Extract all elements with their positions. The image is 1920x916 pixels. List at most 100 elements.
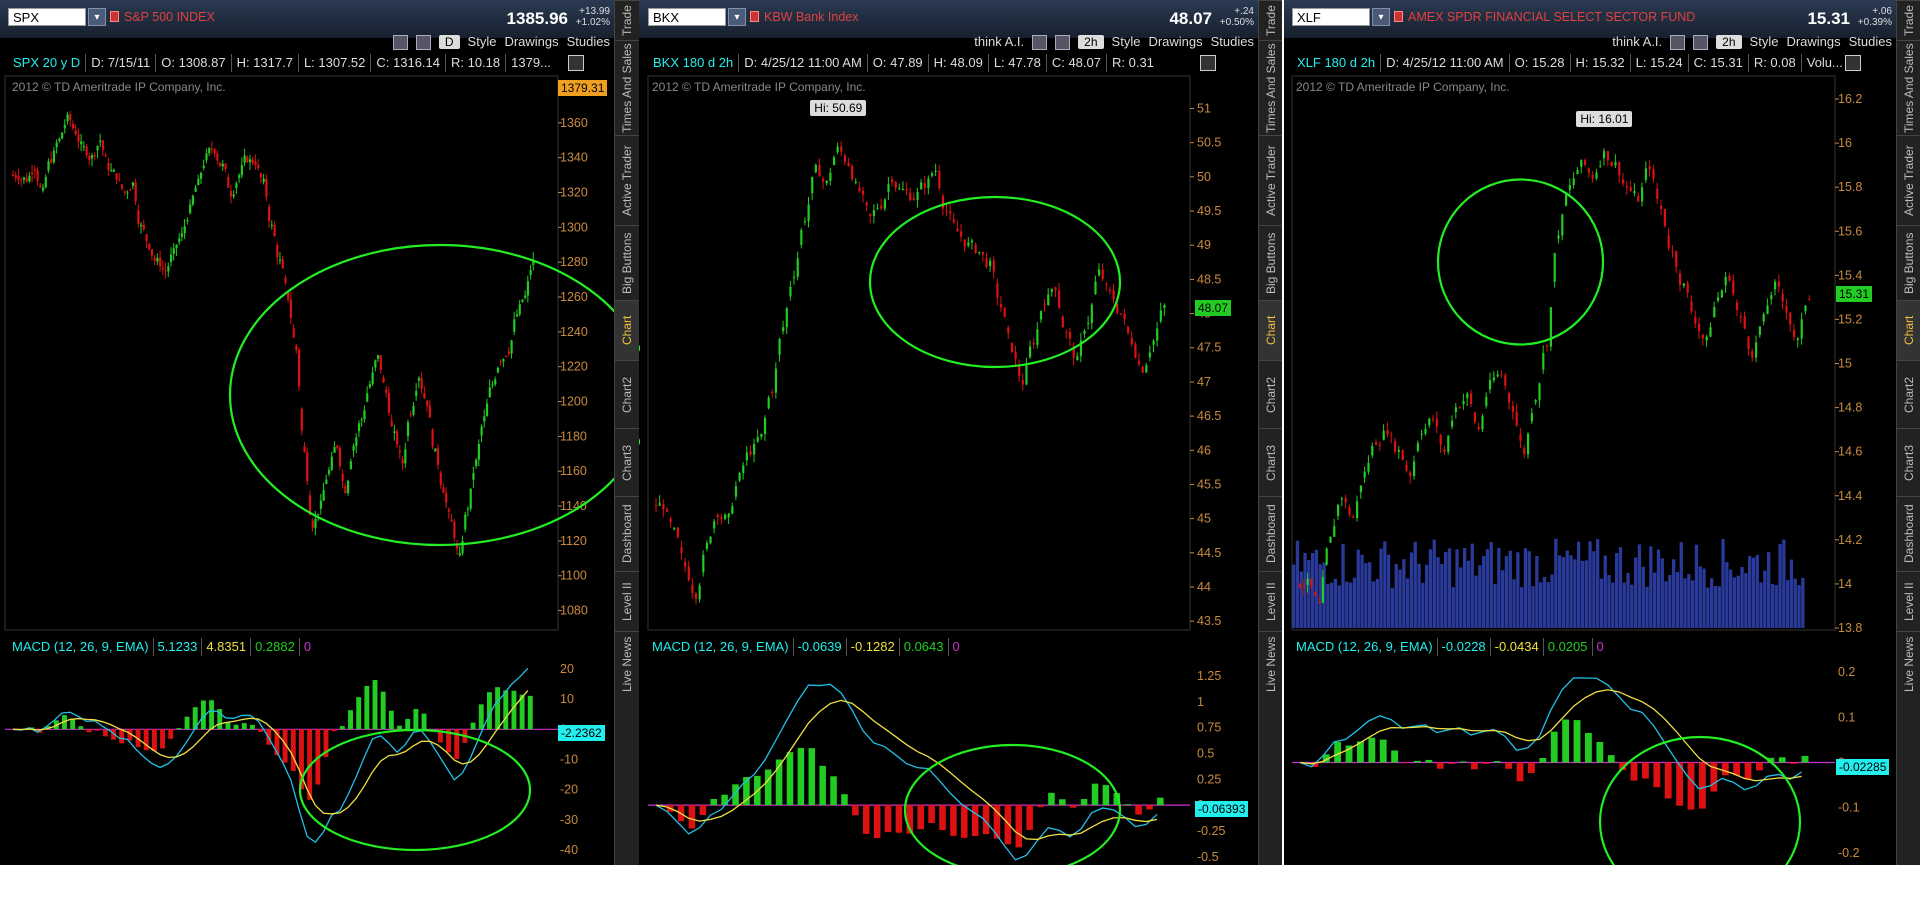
- volume-bar: [1318, 564, 1322, 628]
- candle-body: [491, 384, 494, 386]
- candle-body: [344, 486, 347, 494]
- sidebar-tab-trade[interactable]: Trade: [615, 0, 639, 40]
- volume-bar: [1649, 546, 1653, 628]
- macd-hist-bar: [1585, 732, 1592, 763]
- sidebar-tab-trade[interactable]: Trade: [1259, 0, 1282, 40]
- candle-body: [518, 304, 521, 315]
- sidebar-tab-chart3[interactable]: Chart3: [1259, 428, 1282, 496]
- sidebar-tab-dashboard[interactable]: Dashboard: [615, 496, 639, 571]
- macd-avg: 4.8351: [201, 638, 250, 656]
- candle-body: [1717, 297, 1720, 301]
- volume-bar: [1717, 586, 1721, 628]
- candle-body: [1152, 340, 1155, 345]
- candle-body: [709, 536, 712, 544]
- macd-tick-label: 1: [1197, 695, 1204, 709]
- candle-body: [12, 175, 15, 177]
- macd-diff: 0.0205: [1542, 638, 1592, 656]
- macd-hist-bar: [961, 805, 968, 838]
- candle-body: [178, 238, 181, 242]
- sidebar-tab-times-and-sales[interactable]: Times And Sales: [1259, 40, 1282, 135]
- macd-hist-bar: [830, 776, 837, 806]
- candle-body: [655, 504, 658, 507]
- macd-hist-bar: [78, 726, 84, 730]
- volume-bar: [1721, 538, 1725, 628]
- sidebar-tab-active-trader[interactable]: Active Trader: [1259, 135, 1282, 225]
- candle-body: [1141, 366, 1144, 373]
- sidebar-tab-level-ii[interactable]: Level II: [1897, 571, 1920, 631]
- macd-value: -0.0639: [792, 638, 846, 656]
- candle-body: [521, 299, 524, 302]
- candle-body: [905, 188, 908, 191]
- sidebar-tab-level-ii[interactable]: Level II: [1259, 571, 1282, 631]
- macd-hist-bar: [86, 729, 92, 733]
- price-tick-label: 15: [1838, 357, 1852, 371]
- candle-body: [382, 377, 385, 383]
- volume-bar: [1710, 578, 1714, 628]
- volume-bar: [1444, 552, 1448, 628]
- sidebar-tab-dashboard[interactable]: Dashboard: [1259, 496, 1282, 571]
- macd-hist-bar: [397, 725, 402, 730]
- sidebar-tab-chart2[interactable]: Chart2: [1897, 360, 1920, 428]
- candle-body: [1709, 327, 1712, 337]
- volume-bar: [1341, 543, 1345, 628]
- candle-body: [412, 406, 415, 415]
- sidebar-tab-big-buttons[interactable]: Big Buttons: [1259, 225, 1282, 300]
- sidebar-tab-big-buttons[interactable]: Big Buttons: [615, 225, 639, 300]
- candle-body: [77, 134, 80, 142]
- candle-body: [360, 419, 363, 421]
- price-tick-label: 16.2: [1838, 92, 1862, 106]
- right-sidebar: Trade Times And Sales Active Trader Big But…: [614, 0, 639, 865]
- sidebar-tab-dashboard[interactable]: Dashboard: [1897, 496, 1920, 571]
- sidebar-tab-chart3[interactable]: Chart3: [1897, 428, 1920, 496]
- sidebar-tab-chart[interactable]: Chart: [1897, 300, 1920, 360]
- candle-body: [1306, 578, 1309, 586]
- candle-body: [172, 248, 175, 254]
- candle-body: [753, 443, 756, 455]
- high-marker-label: Hi: 16.01: [1576, 110, 1633, 127]
- candle-body: [952, 219, 955, 223]
- sidebar-tab-active-trader[interactable]: Active Trader: [1897, 135, 1920, 225]
- candle-body: [1405, 464, 1408, 471]
- candle-body: [1679, 273, 1682, 285]
- volume-bar: [1383, 541, 1387, 628]
- candle-body: [238, 175, 241, 178]
- candle-body: [1375, 442, 1378, 445]
- price-tick-label: 1200: [560, 395, 588, 409]
- candle-body: [488, 387, 491, 398]
- sidebar-tab-chart2[interactable]: Chart2: [1259, 360, 1282, 428]
- volume-bar: [1751, 557, 1756, 628]
- sidebar-tab-times-and-sales[interactable]: Times And Sales: [1897, 40, 1920, 135]
- candle-body: [1036, 329, 1039, 345]
- macd-hist-bar: [1102, 785, 1110, 806]
- macd-hist-bar: [939, 805, 946, 831]
- sidebar-tab-live-news[interactable]: Live News: [1259, 631, 1282, 696]
- volume-bar: [1432, 539, 1436, 628]
- sidebar-tab-times-and-sales[interactable]: Times And Sales: [615, 40, 639, 135]
- candle-body: [1087, 322, 1090, 324]
- candle-body: [1348, 507, 1351, 515]
- sidebar-tab-big-buttons[interactable]: Big Buttons: [1897, 225, 1920, 300]
- candle-body: [303, 446, 306, 453]
- candle-body: [1119, 313, 1122, 315]
- sidebar-tab-active-trader[interactable]: Active Trader: [615, 135, 639, 225]
- candle-body: [989, 260, 992, 267]
- candle-body: [1751, 351, 1754, 358]
- current-price-box: 48.07: [1195, 299, 1232, 316]
- sidebar-tab-chart[interactable]: Chart: [615, 300, 639, 360]
- candle-body: [526, 281, 530, 296]
- sidebar-tab-level-ii[interactable]: Level II: [615, 571, 639, 631]
- sidebar-tab-chart2[interactable]: Chart2: [615, 360, 639, 428]
- macd-hist-bar: [1135, 805, 1142, 815]
- volume-bar: [1375, 578, 1379, 628]
- candle-body: [1481, 416, 1484, 430]
- sidebar-tab-chart[interactable]: Chart: [1259, 300, 1282, 360]
- candle-body: [800, 230, 803, 245]
- candle-body: [745, 452, 748, 461]
- candle-body: [529, 270, 532, 275]
- candle-body: [1416, 443, 1419, 451]
- candle-body: [1137, 361, 1141, 365]
- sidebar-tab-trade[interactable]: Trade: [1897, 0, 1920, 40]
- sidebar-tab-live-news[interactable]: Live News: [615, 631, 639, 696]
- sidebar-tab-live-news[interactable]: Live News: [1897, 631, 1920, 696]
- sidebar-tab-chart3[interactable]: Chart3: [615, 428, 639, 496]
